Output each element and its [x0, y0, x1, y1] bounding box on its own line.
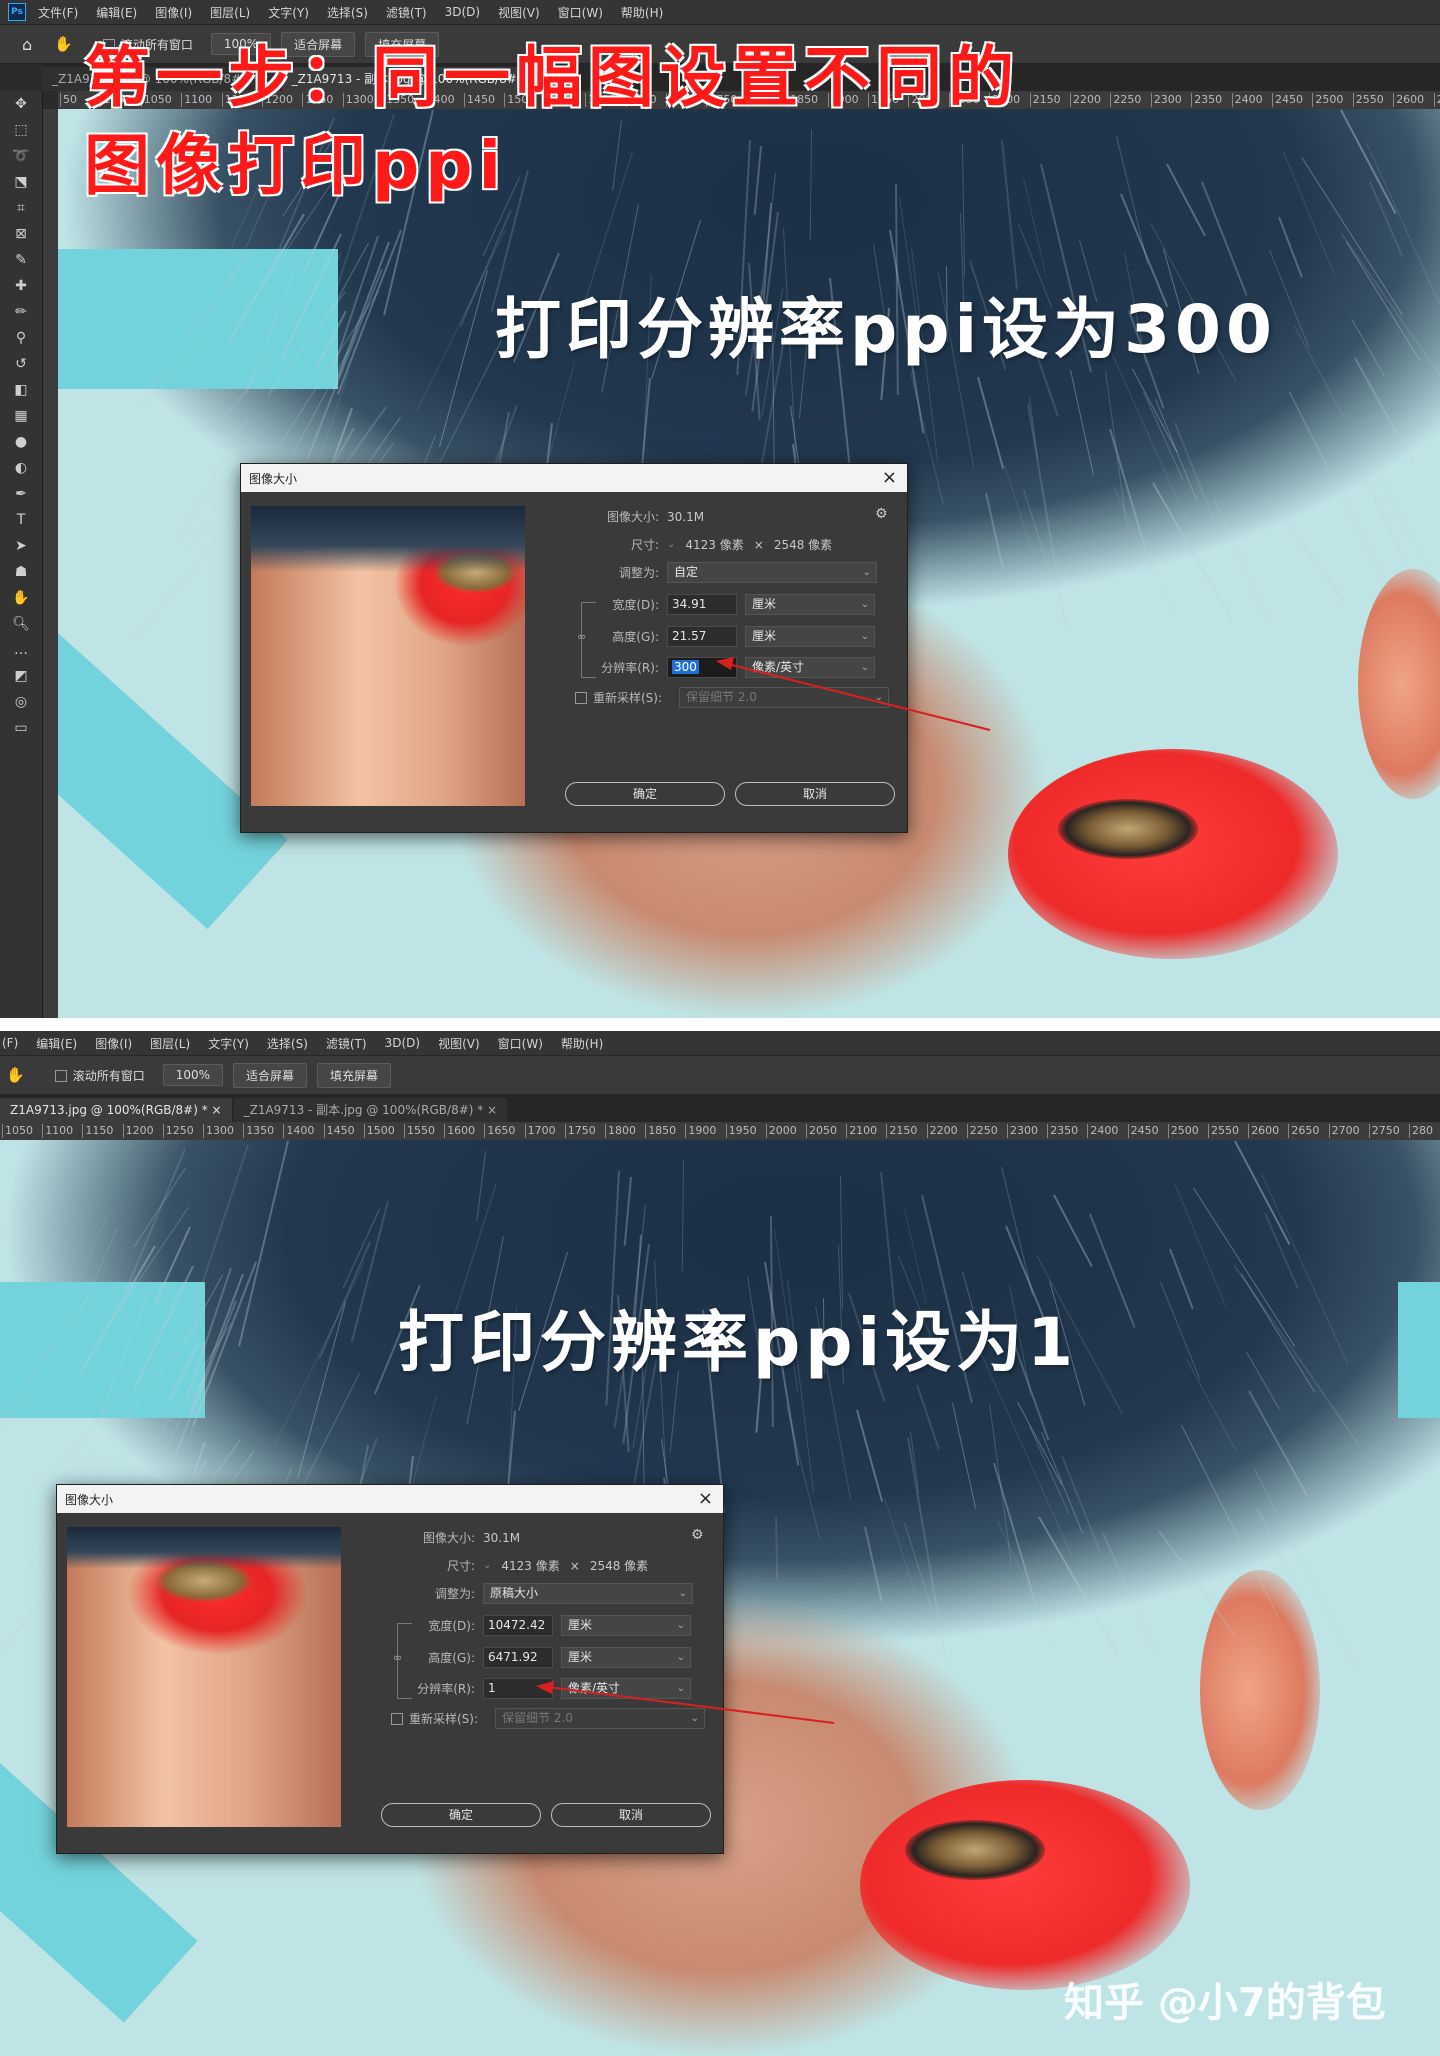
watermark: 知乎 @小7的背包 [1064, 1980, 1386, 2026]
annotation-arrow [536, 1681, 835, 1724]
annotation-arrow [716, 657, 991, 731]
screenshot-300ppi: Ps 文件(F) 编辑(E) 图像(I) 图层(L) 文字(Y) 选择(S) 滤… [0, 0, 1440, 1018]
screenshot-1ppi: (F) 编辑(E) 图像(I) 图层(L) 文字(Y) 选择(S) 滤镜(T) … [0, 1031, 1440, 2056]
separator [0, 1018, 1440, 1031]
